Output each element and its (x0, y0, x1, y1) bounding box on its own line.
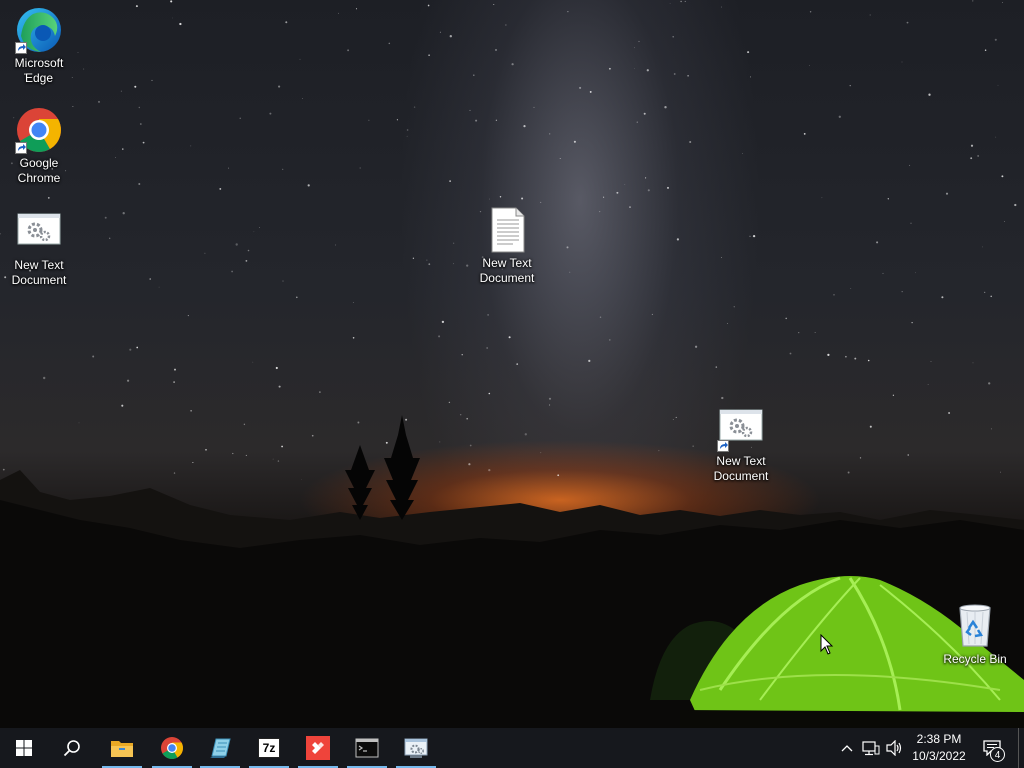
windows-logo-icon (16, 740, 32, 756)
settings-window-icon (404, 738, 428, 758)
clock-time: 2:38 PM (916, 732, 962, 746)
desktop-icon-label: New Text Document (11, 258, 67, 287)
tray-clock[interactable]: 2:38 PM 10/3/2022 (902, 731, 976, 765)
folder-icon (111, 741, 133, 757)
anydesk-icon (306, 736, 330, 760)
desktop-icon-new-text-document-3[interactable]: New Text Document (703, 404, 779, 484)
7zip-icon: 7z (258, 738, 280, 758)
chrome-icon (15, 106, 63, 154)
desktop-icon-label: New Text Document (479, 256, 535, 285)
notepad-icon (210, 738, 231, 758)
recycle-bin-icon (951, 602, 999, 650)
desktop-icon-label: Recycle Bin (943, 652, 1007, 666)
shortcut-arrow-icon (15, 42, 27, 54)
tray-show-hidden-icons[interactable] (838, 728, 856, 768)
chrome-icon (161, 737, 183, 759)
edge-icon (15, 6, 63, 54)
notification-count-badge: 4 (990, 747, 1005, 762)
taskbar-notepad[interactable] (196, 728, 244, 768)
shortcut-arrow-icon (15, 142, 27, 154)
desktop-icon-label: Google Chrome (17, 156, 61, 185)
desktop-icon-recycle-bin[interactable]: Recycle Bin (937, 602, 1013, 667)
taskbar: 7z 2:38 PM 10/3/2022 4 (0, 728, 1024, 768)
mouse-cursor-icon (820, 634, 834, 655)
gears-shortcut-icon (15, 208, 63, 256)
wallpaper-landscape (0, 415, 1024, 728)
7zip-icon-label: 7z (262, 741, 276, 755)
search-button[interactable] (48, 728, 96, 768)
show-desktop-button[interactable] (1018, 728, 1024, 768)
desktop-icon-label: New Text Document (713, 454, 769, 483)
clock-date: 10/3/2022 (912, 749, 966, 763)
taskbar-7zip[interactable]: 7z (245, 728, 293, 768)
desktop-icon-new-text-document-1[interactable]: New Text Document (1, 208, 77, 288)
terminal-icon (355, 738, 379, 758)
gears-shortcut-icon (717, 404, 765, 452)
desktop-icon-google-chrome[interactable]: Google Chrome (1, 106, 77, 186)
desktop-icon-microsoft-edge[interactable]: Microsoft Edge (1, 6, 77, 86)
taskbar-control-panel[interactable] (392, 728, 440, 768)
text-document-icon (483, 206, 531, 254)
start-button[interactable] (0, 728, 48, 768)
tray-network[interactable] (860, 728, 882, 768)
taskbar-terminal[interactable] (343, 728, 391, 768)
network-icon (862, 741, 880, 756)
taskbar-anydesk[interactable] (294, 728, 342, 768)
taskbar-file-explorer[interactable] (98, 728, 146, 768)
taskbar-google-chrome[interactable] (148, 728, 196, 768)
desktop-icon-label: Microsoft Edge (14, 56, 64, 85)
desktop[interactable]: Microsoft Edge Google Chrome New Text Do… (0, 0, 1024, 728)
desktop-icon-new-text-document-2[interactable]: New Text Document (469, 206, 545, 286)
search-icon (63, 740, 80, 757)
shortcut-arrow-icon (717, 440, 729, 452)
chevron-up-icon (841, 745, 853, 752)
